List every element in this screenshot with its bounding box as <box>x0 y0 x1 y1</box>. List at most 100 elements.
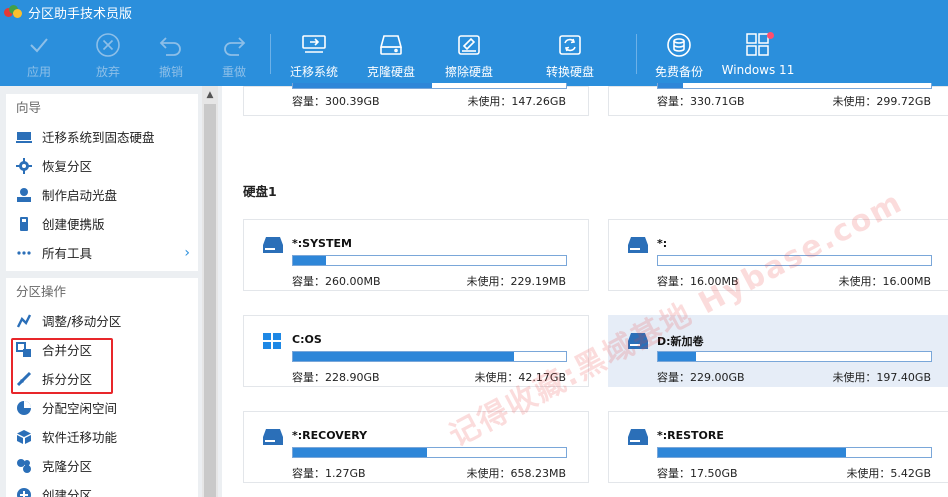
usage-bar <box>292 83 567 89</box>
drive-icon <box>262 428 284 446</box>
partition-card[interactable]: 容量：330.71GB 未使用：299.72GB <box>608 83 948 116</box>
usage-bar <box>292 447 567 458</box>
close-circle-icon <box>93 30 123 60</box>
usage-bar <box>292 351 567 362</box>
sidebar-scrollbar[interactable]: ▲ <box>202 86 218 497</box>
usage-bar-fill <box>293 83 433 88</box>
usage-bar <box>657 83 932 89</box>
title-bar: 分区助手技术员版 <box>0 0 948 24</box>
partition-unused: 未使用：42.17GB <box>474 371 566 384</box>
partition-capacity: 容量：260.00MB <box>292 275 381 288</box>
sidebar-item-resize-move[interactable]: 调整/移动分区 <box>6 306 198 335</box>
sidebar-item-migrate-ssd[interactable]: 迁移系统到固态硬盘 <box>6 122 198 151</box>
usage-bar <box>657 351 932 362</box>
scroll-up-arrow-icon[interactable]: ▲ <box>202 86 218 104</box>
scrollbar-thumb[interactable] <box>204 104 216 497</box>
partition-capacity: 容量：228.90GB <box>292 371 380 384</box>
partition-card[interactable]: *:RECOVERY 容量：1.27GB 未使用：658.23MB <box>243 411 589 483</box>
app-header: 分区助手技术员版 应用 放弃 撤销 重做 迁移系统 克隆硬盘 擦除硬盘 转换硬盘… <box>0 0 948 86</box>
clone-icon <box>16 458 32 474</box>
windows11-button[interactable]: Windows 11 <box>722 24 794 86</box>
free-backup-button[interactable]: 免费备份 <box>655 24 703 86</box>
partition-card[interactable]: *:SYSTEM 容量：260.00MB 未使用：229.19MB <box>243 219 589 291</box>
sidebar-item-allocate-space[interactable]: 分配空闲空间 <box>6 393 198 422</box>
usage-bar-fill <box>658 448 847 457</box>
partition-unused: 未使用：658.23MB <box>466 467 566 480</box>
partition-name: *: <box>657 237 668 250</box>
wizard-panel-title: 向导 <box>16 100 42 115</box>
clone-disk-icon <box>376 30 406 60</box>
partition-unused: 未使用：16.00MB <box>838 275 931 288</box>
migrate-os-icon <box>299 30 329 60</box>
undo-button[interactable]: 撤销 <box>156 24 186 86</box>
usage-bar-fill <box>658 352 697 361</box>
redo-icon <box>219 30 249 60</box>
partition-unused: 未使用：197.40GB <box>832 371 931 384</box>
usage-bar-fill <box>658 83 683 88</box>
wipe-disk-button[interactable]: 擦除硬盘 <box>445 24 493 86</box>
sidebar-item-portable[interactable]: 创建便携版 <box>6 209 198 238</box>
partition-card[interactable]: C:OS 容量：228.90GB 未使用：42.17GB <box>243 315 589 387</box>
usage-bar-fill <box>293 448 427 457</box>
partition-card[interactable]: D:新加卷 容量：229.00GB 未使用：197.40GB <box>608 315 948 387</box>
boot-disc-icon <box>16 187 32 203</box>
toolbar: 应用 放弃 撤销 重做 迁移系统 克隆硬盘 擦除硬盘 转换硬盘 免费备份 Win… <box>0 24 948 86</box>
usage-bar <box>657 447 932 458</box>
partition-unused: 未使用：5.42GB <box>846 467 931 480</box>
toolbar-separator <box>636 34 637 74</box>
app-title: 分区助手技术员版 <box>28 6 133 22</box>
partition-capacity: 容量：330.71GB <box>657 95 745 108</box>
resize-icon <box>16 313 32 329</box>
disk-view: 容量：300.39GB 未使用：147.26GB 容量：330.71GB 未使用… <box>222 83 948 497</box>
usage-bar-fill <box>293 256 326 265</box>
sidebar-item-create-partition[interactable]: 创建分区 <box>6 480 198 497</box>
chevron-right-icon: › <box>184 244 190 261</box>
partition-card[interactable]: 容量：300.39GB 未使用：147.26GB <box>243 83 589 116</box>
partition-unused: 未使用：147.26GB <box>467 95 566 108</box>
app-logo-icon <box>4 5 22 19</box>
more-dots-icon <box>16 245 32 261</box>
sidebar-item-app-migrate[interactable]: 软件迁移功能 <box>6 422 198 451</box>
highlight-box <box>11 338 113 394</box>
create-icon <box>16 487 32 497</box>
windows-grid-icon <box>743 30 774 60</box>
partition-capacity: 容量：17.50GB <box>657 467 738 480</box>
allocate-icon <box>16 400 32 416</box>
sidebar: 向导 迁移系统到固态硬盘 恢复分区 制作启动光盘 创建便携版 所有工具 › 分区… <box>0 86 222 497</box>
partition-name: *:RECOVERY <box>292 429 368 442</box>
usage-bar <box>657 255 932 266</box>
recover-icon <box>16 157 32 174</box>
partition-capacity: 容量：16.00MB <box>657 275 739 288</box>
partition-unused: 未使用：299.72GB <box>832 95 931 108</box>
sidebar-item-boot-disc[interactable]: 制作启动光盘 <box>6 180 198 209</box>
convert-disk-button[interactable]: 转换硬盘 <box>546 24 594 86</box>
partition-unused: 未使用：229.19MB <box>466 275 566 288</box>
partition-card[interactable]: *: 容量：16.00MB 未使用：16.00MB <box>608 219 948 291</box>
portable-icon <box>16 216 32 232</box>
partition-card[interactable]: *:RESTORE 容量：17.50GB 未使用：5.42GB <box>608 411 948 483</box>
ssd-migrate-icon <box>16 129 32 145</box>
usage-bar-fill <box>293 352 515 361</box>
sidebar-item-recover-partition[interactable]: 恢复分区 <box>6 151 198 180</box>
wipe-disk-icon <box>454 30 484 60</box>
apply-button[interactable]: 应用 <box>24 24 54 86</box>
partition-capacity: 容量：300.39GB <box>292 95 380 108</box>
partition-name: *:SYSTEM <box>292 237 352 250</box>
sidebar-item-clone-partition[interactable]: 克隆分区 <box>6 451 198 480</box>
toolbar-separator <box>270 34 271 74</box>
migrate-os-button[interactable]: 迁移系统 <box>290 24 338 86</box>
discard-button[interactable]: 放弃 <box>93 24 123 86</box>
clone-disk-button[interactable]: 克隆硬盘 <box>367 24 415 86</box>
drive-icon <box>262 236 284 254</box>
partition-name: *:RESTORE <box>657 429 724 442</box>
partition-name: C:OS <box>292 333 322 346</box>
redo-button[interactable]: 重做 <box>219 24 249 86</box>
check-icon <box>24 30 54 60</box>
partition-capacity: 容量：1.27GB <box>292 467 366 480</box>
undo-icon <box>156 30 186 60</box>
disk-label: 硬盘1 <box>243 184 277 199</box>
sidebar-item-all-tools[interactable]: 所有工具 › <box>6 238 198 267</box>
wizard-panel: 向导 迁移系统到固态硬盘 恢复分区 制作启动光盘 创建便携版 所有工具 › <box>6 94 198 271</box>
drive-icon <box>627 428 649 446</box>
partition-name: D:新加卷 <box>657 335 704 348</box>
